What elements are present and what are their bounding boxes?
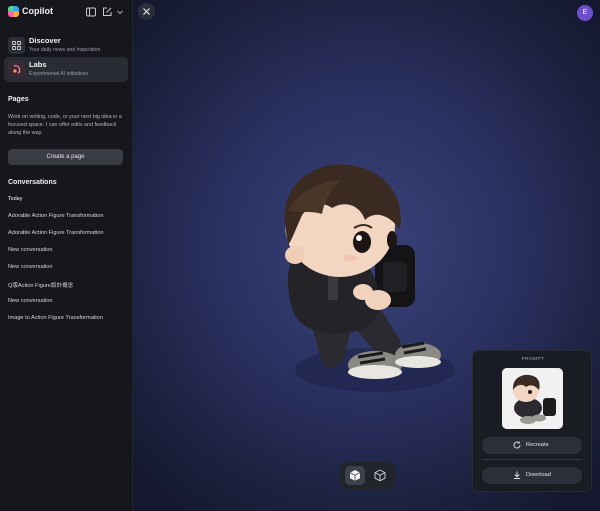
nav-discover-title: Discover <box>29 36 61 45</box>
download-icon <box>512 470 522 480</box>
conversation-item[interactable]: New conversation <box>8 298 52 304</box>
chevron-down-icon[interactable] <box>114 5 126 17</box>
nav-labs-subtitle: Experimental AI initiatives <box>29 71 89 77</box>
cube-solid-icon <box>349 470 361 481</box>
copilot-logo-icon <box>8 6 19 17</box>
conversation-item[interactable]: Adorable Action Figure Transformation <box>8 213 103 219</box>
sidebar: Copilot Discover Your daily news and ins… <box>0 0 133 511</box>
view-3d-wire-button[interactable] <box>370 466 390 485</box>
refresh-icon <box>512 440 522 450</box>
avatar[interactable]: E <box>577 5 593 21</box>
cube-outline-icon <box>374 469 386 482</box>
view-3d-solid-button[interactable] <box>345 466 365 485</box>
conversation-item[interactable]: New conversation <box>8 247 52 253</box>
close-icon <box>143 8 150 15</box>
conversation-item[interactable]: New conversation <box>8 264 52 270</box>
conversation-group-label: Today <box>8 196 23 202</box>
panel-divider <box>482 459 582 460</box>
conversations-heading: Conversations <box>8 179 57 186</box>
prompt-panel: PROMPT Recreate Download <box>472 350 592 492</box>
new-chat-icon[interactable] <box>101 5 113 17</box>
sidebar-topbar: Copilot <box>0 0 133 24</box>
download-label: Download <box>526 472 551 478</box>
sidebar-toggle-icon[interactable] <box>85 5 97 17</box>
close-button[interactable] <box>138 3 155 20</box>
nav-discover-subtitle: Your daily news and inspiration <box>29 47 101 53</box>
prompt-thumbnail[interactable] <box>502 368 563 429</box>
recreate-button[interactable]: Recreate <box>482 437 582 454</box>
view-toggle-bar <box>340 462 395 489</box>
nav-labs[interactable]: Labs Experimental AI initiatives <box>4 57 128 82</box>
conversation-item[interactable]: Image to Action Figure Transformation <box>8 315 103 321</box>
pages-heading: Pages <box>8 96 29 103</box>
download-button[interactable]: Download <box>482 467 582 484</box>
action-figure-image <box>284 164 455 392</box>
app-name: Copilot <box>22 6 53 16</box>
recreate-label: Recreate <box>526 442 549 448</box>
conversation-item[interactable]: Q版Action Figure設計概念 <box>8 281 73 289</box>
grid-icon <box>8 37 25 54</box>
nav-discover[interactable]: Discover Your daily news and inspiration <box>4 33 128 58</box>
labs-icon <box>8 61 25 78</box>
nav-labs-title: Labs <box>29 60 47 69</box>
conversation-item[interactable]: Adorable Action Figure Transformation <box>8 230 103 236</box>
pages-description: Work on writing, code, or your next big … <box>8 114 122 136</box>
prompt-label: PROMPT <box>521 357 545 362</box>
app: Copilot Discover Your daily news and ins… <box>0 0 600 511</box>
create-page-button[interactable]: Create a page <box>8 149 123 165</box>
